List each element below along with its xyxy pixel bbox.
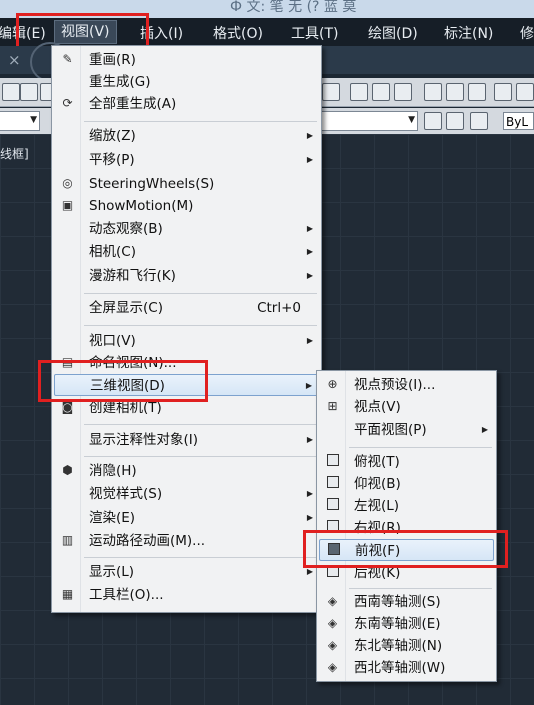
menu-item-camera[interactable]: 相机(C) ▶ [54, 241, 319, 263]
menu-item-annotative-objects[interactable]: 显示注释性对象(I) ▶ [54, 429, 319, 451]
hide-icon: ⬢ [62, 463, 73, 477]
pencil-icon: ✎ [62, 52, 73, 66]
menu-item-redraw[interactable]: ✎ 重画(R) [54, 49, 319, 71]
menu-separator [84, 557, 317, 558]
menu-item-display[interactable]: 显示(L) ▶ [54, 561, 319, 583]
menu-item-orbit[interactable]: 动态观察(B) ▶ [54, 218, 319, 240]
layer-tool-icon[interactable] [470, 112, 488, 130]
menu-item-steeringwheels[interactable]: ◎ SteeringWheels(S) [54, 173, 319, 195]
menu-item-regen-all[interactable]: ⟳ 全部重生成(A) [54, 93, 319, 115]
menu-modify[interactable]: 修 [520, 23, 534, 43]
layer-combo[interactable]: ▼ [0, 111, 40, 131]
bylayer-combo[interactable]: ByL [503, 112, 534, 130]
menu-item-toolbars[interactable]: ▦ 工具栏(O)... [54, 584, 319, 606]
sw-isometric-icon: ◈ [327, 594, 338, 608]
menu-item-sw-isometric[interactable]: ◈ 西南等轴测(S) [319, 591, 494, 613]
menu-separator [84, 456, 317, 457]
front-view-highlight-box [303, 530, 508, 568]
top-view-cube-icon [325, 454, 340, 469]
nw-isometric-icon: ◈ [327, 660, 338, 674]
view-menu: ✎ 重画(R) 重生成(G) ⟳ 全部重生成(A) 缩放(Z) ▶ 平移(P) … [51, 45, 322, 613]
bylayer-text: ByL [506, 115, 529, 129]
menu-item-se-isometric[interactable]: ◈ 东南等轴测(E) [319, 613, 494, 635]
menu-item-nw-isometric[interactable]: ◈ 西北等轴测(W) [319, 657, 494, 679]
title-bar-text: Ф 文: 笔 无 (? 蓝 莫 [230, 0, 357, 15]
close-tab-icon[interactable]: × [8, 51, 21, 69]
viewpoint-presets-icon: ⊕ [327, 377, 338, 391]
chevron-down-icon: ▼ [408, 115, 415, 125]
help-icon[interactable] [322, 83, 340, 101]
submenu-arrow-icon: ▶ [306, 224, 313, 233]
menu-separator [84, 293, 317, 294]
menu-item-left-view[interactable]: 左视(L) [319, 495, 494, 517]
style-combo[interactable]: ▼ [320, 111, 418, 131]
new-file-icon[interactable] [350, 83, 368, 101]
regen-all-icon: ⟳ [62, 96, 73, 110]
menu-item-walk-fly[interactable]: 漫游和飞行(K) ▶ [54, 265, 319, 287]
menu-item-pan[interactable]: 平移(P) ▶ [54, 149, 319, 171]
viewport-label[interactable]: 线框] [0, 145, 29, 162]
save-icon[interactable] [394, 83, 412, 101]
menu-separator [84, 424, 317, 425]
menu-dimension[interactable]: 标注(N) [444, 23, 493, 43]
motion-path-icon: ▥ [61, 533, 74, 547]
submenu-arrow-icon: ▶ [306, 489, 313, 498]
camera-icon: ◙ [61, 400, 74, 414]
menu-item-plan-view[interactable]: 平面视图(P) ▶ [319, 419, 494, 441]
menu-item-viewpoint-presets[interactable]: ⊕ 视点预设(I)... [319, 374, 494, 396]
menu-item-regen[interactable]: 重生成(G) [54, 71, 319, 93]
menu-item-zoom[interactable]: 缩放(Z) ▶ [54, 125, 319, 147]
ne-isometric-icon: ◈ [327, 638, 338, 652]
3d-print-icon[interactable] [494, 83, 512, 101]
layer-tool-icon[interactable] [424, 112, 442, 130]
toolbar-tool-icon[interactable] [2, 83, 20, 101]
menu-item-hide[interactable]: ⬢ 消隐(H) [54, 460, 319, 482]
bottom-view-cube-icon [325, 476, 340, 491]
menu-tools[interactable]: 工具(T) [291, 23, 338, 43]
menu-separator [84, 121, 317, 122]
menu-draw[interactable]: 绘图(D) [368, 23, 418, 43]
toolbar-icon: ▦ [61, 587, 74, 601]
shortcut-text: Ctrl+0 [257, 300, 301, 316]
print-icon[interactable] [424, 83, 442, 101]
menu-item-fullscreen[interactable]: 全屏显示(C) Ctrl+0 [54, 297, 319, 319]
3d-views-highlight-box [38, 360, 208, 402]
toolbar-tool-icon[interactable] [516, 83, 534, 101]
menu-item-render[interactable]: 渲染(E) ▶ [54, 507, 319, 529]
menu-item-bottom-view[interactable]: 仰视(B) [319, 473, 494, 495]
menu-item-ne-isometric[interactable]: ◈ 东北等轴测(N) [319, 635, 494, 657]
showmotion-icon: ▣ [61, 198, 74, 212]
chevron-down-icon: ▼ [30, 115, 37, 125]
menu-separator [84, 325, 317, 326]
submenu-arrow-icon: ▶ [306, 247, 313, 256]
menu-format[interactable]: 格式(O) [213, 23, 263, 43]
submenu-arrow-icon: ▶ [306, 131, 313, 140]
menu-item-viewports[interactable]: 视口(V) ▶ [54, 330, 319, 352]
menu-item-showmotion[interactable]: ▣ ShowMotion(M) [54, 195, 319, 217]
submenu-arrow-icon: ▶ [305, 381, 312, 390]
submenu-arrow-icon: ▶ [306, 271, 313, 280]
submenu-arrow-icon: ▶ [306, 513, 313, 522]
viewpoint-icon: ⊞ [327, 399, 338, 413]
3d-views-submenu: ⊕ 视点预设(I)... ⊞ 视点(V) 平面视图(P) ▶ 俯视(T) 仰视(… [316, 370, 497, 682]
menu-item-motion-path[interactable]: ▥ 运动路径动画(M)... [54, 530, 319, 552]
se-isometric-icon: ◈ [327, 616, 338, 630]
left-view-cube-icon [325, 498, 340, 513]
menu-item-top-view[interactable]: 俯视(T) [319, 451, 494, 473]
publish-icon[interactable] [468, 83, 486, 101]
layer-tool-icon[interactable] [446, 112, 464, 130]
print-preview-icon[interactable] [446, 83, 464, 101]
submenu-arrow-icon: ▶ [306, 336, 313, 345]
submenu-arrow-icon: ▶ [306, 155, 313, 164]
menu-separator [349, 588, 492, 589]
steering-wheel-icon: ◎ [62, 176, 73, 190]
menu-separator [349, 447, 492, 448]
submenu-arrow-icon: ▶ [481, 425, 488, 434]
toolbar-tool-icon[interactable] [20, 83, 38, 101]
menu-item-viewpoint[interactable]: ⊞ 视点(V) [319, 396, 494, 418]
menu-item-visual-styles[interactable]: 视觉样式(S) ▶ [54, 483, 319, 505]
open-file-icon[interactable] [372, 83, 390, 101]
submenu-arrow-icon: ▶ [306, 435, 313, 444]
